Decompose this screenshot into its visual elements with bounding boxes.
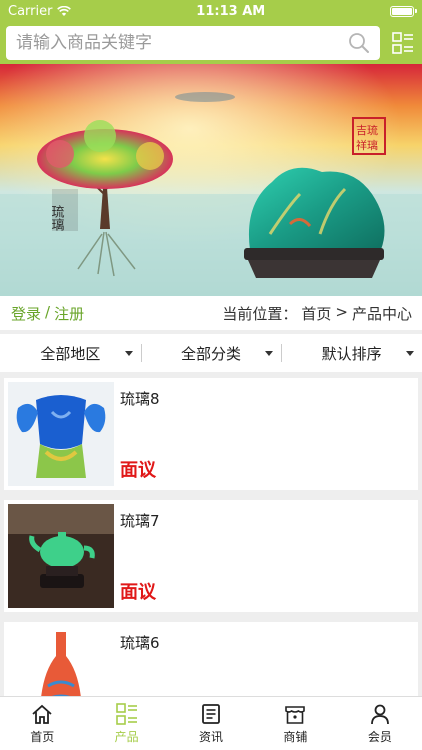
- category-menu-button[interactable]: [390, 30, 416, 56]
- tab-home-label: 首页: [30, 729, 55, 744]
- clock: 11:13 AM: [196, 3, 266, 19]
- tab-shop-label: 商铺: [283, 729, 308, 744]
- svg-text:吉琉: 吉琉: [356, 123, 378, 137]
- news-icon: [202, 703, 220, 724]
- banner-artwork: 琉璃 吉琉 祥璃: [0, 64, 422, 296]
- product-card[interactable]: 琉璃7 面议: [4, 500, 418, 612]
- bottom-tab-bar: 首页 产品 资讯 商铺 会员: [0, 696, 422, 750]
- search-input[interactable]: [16, 33, 316, 53]
- tab-member[interactable]: 会员: [338, 697, 422, 750]
- product-image: [8, 626, 114, 696]
- svg-text:祥璃: 祥璃: [356, 138, 378, 152]
- tab-products-label: 产品: [114, 729, 139, 744]
- product-info: 琉璃7 面议: [114, 504, 414, 608]
- wifi-icon: [57, 5, 72, 16]
- product-list[interactable]: 琉璃8 面议 琉璃7 面议 琉璃6: [4, 378, 418, 696]
- auth-links: 登录 / 注册: [11, 303, 84, 324]
- product-image: [8, 504, 114, 608]
- carrier-group: Carrier: [8, 3, 72, 19]
- breadcrumb-separator: >: [335, 302, 348, 321]
- banner-image[interactable]: 琉璃 吉琉 祥璃: [0, 64, 422, 296]
- tab-news-label: 资讯: [199, 729, 224, 744]
- product-name[interactable]: 琉璃7: [120, 510, 414, 531]
- filter-bar: 全部地区 全部分类 默认排序: [0, 334, 422, 372]
- filter-sort-label: 默认排序: [321, 344, 382, 363]
- tab-products[interactable]: 产品: [84, 697, 168, 750]
- product-name[interactable]: 琉璃6: [120, 632, 414, 653]
- top-bar: Carrier 11:13 AM: [0, 0, 422, 64]
- product-price: 面议: [120, 460, 156, 481]
- search-icon[interactable]: [348, 32, 370, 54]
- tab-member-label: 会员: [367, 729, 392, 744]
- auth-separator: /: [45, 302, 51, 321]
- breadcrumb-current: 产品中心: [351, 304, 412, 323]
- breadcrumb: 当前位置： 首页 > 产品中心: [222, 303, 412, 324]
- filter-region[interactable]: 全部地区: [0, 334, 141, 372]
- battery-icon: [390, 5, 417, 17]
- register-link[interactable]: 注册: [54, 303, 84, 324]
- caret-down-icon: [265, 351, 274, 356]
- product-image: [8, 382, 114, 486]
- tab-home[interactable]: 首页: [0, 697, 84, 750]
- login-link[interactable]: 登录: [11, 303, 41, 324]
- search-row: [6, 26, 416, 60]
- carrier-label: Carrier: [8, 3, 53, 19]
- status-bar: Carrier 11:13 AM: [0, 0, 422, 22]
- product-name[interactable]: 琉璃8: [120, 388, 414, 409]
- home-icon: [32, 704, 52, 724]
- search-box[interactable]: [6, 26, 380, 60]
- tab-shop[interactable]: 商铺: [253, 697, 337, 750]
- filter-category[interactable]: 全部分类: [140, 334, 282, 372]
- caret-down-icon: [124, 351, 133, 356]
- filter-sort[interactable]: 默认排序: [281, 334, 422, 372]
- product-info: 琉璃8 面议: [114, 382, 414, 486]
- product-info: 琉璃6: [114, 626, 414, 696]
- filter-category-label: 全部分类: [181, 344, 242, 363]
- shop-icon: [285, 705, 306, 724]
- banner-calligraphy: 琉璃: [49, 205, 65, 231]
- user-icon: [370, 704, 389, 724]
- breadcrumb-label: 当前位置：: [222, 304, 298, 323]
- product-card[interactable]: 琉璃8 面议: [4, 378, 418, 490]
- filter-region-label: 全部地区: [40, 344, 101, 363]
- product-card[interactable]: 琉璃6: [4, 622, 418, 696]
- category-list-icon: [392, 32, 413, 54]
- tab-news[interactable]: 资讯: [169, 697, 253, 750]
- product-price: 面议: [120, 582, 156, 603]
- product-icon: [115, 702, 137, 725]
- breadcrumb-home[interactable]: 首页: [301, 303, 331, 324]
- caret-down-icon: [406, 351, 415, 356]
- login-breadcrumb-bar: 登录 / 注册 当前位置： 首页 > 产品中心: [0, 296, 422, 330]
